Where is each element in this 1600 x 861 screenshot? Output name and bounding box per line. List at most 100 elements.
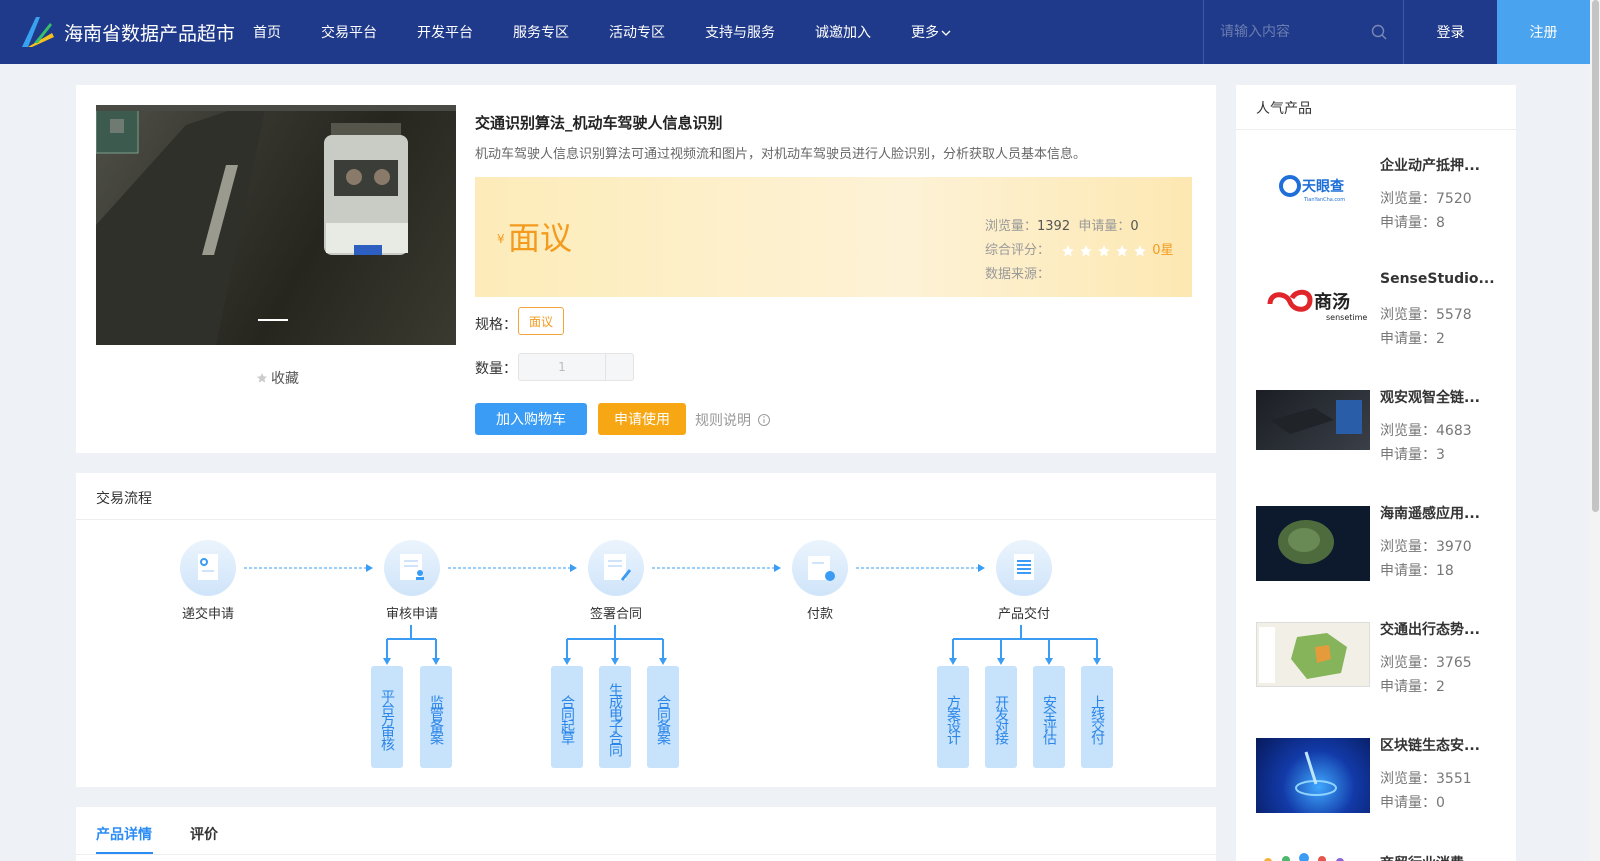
product-name[interactable]: 企业动产抵押... <box>1380 155 1480 175</box>
nav-support[interactable]: 支持与服务 <box>705 22 775 42</box>
substep-label: 上线交付 <box>1089 695 1105 743</box>
price-panel: ¥ 面议 浏览量：1392 申请量：0 综合评分： 0星 数据来源： <box>475 177 1192 297</box>
product-views: 浏览量：3970 <box>1380 536 1472 556</box>
image-caption-bar <box>96 105 456 111</box>
product-applies: 申请量：18 <box>1380 560 1454 580</box>
rules-link[interactable]: 规则说明 <box>695 410 771 430</box>
chevron-down-icon <box>941 30 951 36</box>
search-input[interactable] <box>1220 24 1370 40</box>
views-value: 3765 <box>1436 655 1472 671</box>
applies-prefix: 申请量： <box>1380 563 1436 579</box>
product-photo <box>96 105 408 345</box>
substep-pill: 合同备案 <box>647 666 679 768</box>
nav-dev[interactable]: 开发平台 <box>417 22 473 42</box>
apply-button[interactable]: 申请使用 <box>598 403 686 435</box>
product-views: 浏览量：4683 <box>1380 420 1472 440</box>
applies-value: 0 <box>1436 795 1445 811</box>
product-image[interactable] <box>96 105 456 345</box>
product-views: 浏览量：5578 <box>1380 304 1472 324</box>
search-icon[interactable] <box>1371 24 1387 40</box>
product-name[interactable]: SenseStudio... <box>1380 271 1495 287</box>
sensetime-logo: 商汤 sensetime <box>1256 274 1370 334</box>
nav-more-label: 更多 <box>911 25 940 41</box>
substep-label: 合同备案 <box>655 695 671 743</box>
product-name[interactable]: 交通出行态势... <box>1380 619 1480 639</box>
popular-product-item[interactable]: 海南遥感应用... 浏览量：3970 申请量：18 <box>1256 503 1516 583</box>
popular-product-item[interactable]: 商贸行业消费... <box>1256 848 1516 861</box>
product-name[interactable]: 商贸行业消费... <box>1380 853 1480 861</box>
product-views: 浏览量：3551 <box>1380 768 1472 788</box>
product-stats: 浏览量：1392 申请量：0 综合评分： 0星 数据来源： <box>985 215 1174 287</box>
views-value: 7520 <box>1436 191 1472 207</box>
popular-product-item[interactable]: 商汤 sensetime SenseStudio... 浏览量：5578 申请量… <box>1256 271 1516 351</box>
applies-value: 8 <box>1436 215 1445 231</box>
scrollbar-thumb[interactable] <box>1592 0 1599 512</box>
applies-value: 3 <box>1436 447 1445 463</box>
currency-symbol: ¥ <box>497 232 505 246</box>
product-views: 浏览量：3765 <box>1380 652 1472 672</box>
logo-brand-text: 天眼查 <box>1302 178 1345 195</box>
tianyancha-logo: 天眼查 TianYanCha.com <box>1256 158 1370 218</box>
login-button[interactable]: 登录 <box>1403 0 1497 64</box>
source-label: 数据来源： <box>985 267 1051 282</box>
step-label: 签署合同 <box>589 607 642 622</box>
add-to-cart-button[interactable]: 加入购物车 <box>475 403 587 435</box>
favorite-button[interactable]: 收藏 <box>256 368 299 388</box>
site-logo[interactable]: 海南省数据产品超市 <box>18 13 235 51</box>
tab-reviews[interactable]: 评价 <box>190 824 218 844</box>
views-prefix: 浏览量： <box>1380 307 1436 323</box>
tab-product-detail[interactable]: 产品详情 <box>96 824 152 844</box>
product-card: 收藏 交通识别算法_机动车驾驶人信息识别 机动车驾驶人信息识别算法可通过视频流和… <box>76 85 1216 453</box>
popular-product-item[interactable]: 观安观智全链... 浏览量：4683 申请量：3 <box>1256 387 1516 467</box>
quantity-stepper[interactable]: 1 <box>518 353 634 381</box>
satellite-map <box>1256 506 1370 581</box>
step-label: 审核申请 <box>385 607 438 622</box>
nav-join[interactable]: 诚邀加入 <box>815 22 871 42</box>
product-delivery-step-icon <box>996 540 1052 596</box>
substep-pill: 安全评估 <box>1033 666 1065 768</box>
product-applies: 申请量：0 <box>1380 792 1445 812</box>
trade-flow-card: 交易流程 递交申请 审核申请 签署合同 付款 产品交付 平台方审核 监管备案 合… <box>76 473 1216 787</box>
views-label: 浏览量： <box>985 219 1038 234</box>
popular-product-item[interactable]: 区块链生态安... 浏览量：3551 申请量：0 <box>1256 735 1516 815</box>
substep-pill: 生成电子合同 <box>599 666 631 768</box>
info-icon <box>758 414 770 426</box>
nav-service[interactable]: 服务专区 <box>513 22 569 42</box>
views-value: 1392 <box>1037 219 1071 234</box>
top-navbar: 海南省数据产品超市 首页 交易平台 开发平台 服务专区 活动专区 支持与服务 诚… <box>0 0 1590 64</box>
product-name[interactable]: 观安观智全链... <box>1380 387 1480 407</box>
spec-option[interactable]: 面议 <box>518 307 564 335</box>
views-prefix: 浏览量： <box>1380 771 1436 787</box>
quantity-step-buttons[interactable] <box>605 354 633 380</box>
register-button[interactable]: 注册 <box>1497 0 1590 64</box>
nav-trade[interactable]: 交易平台 <box>321 22 377 42</box>
applies-prefix: 申请量： <box>1380 795 1436 811</box>
product-applies: 申请量：2 <box>1380 328 1445 348</box>
product-title: 交通识别算法_机动车驾驶人信息识别 <box>475 114 723 132</box>
popular-product-item[interactable]: 天眼查 TianYanCha.com 企业动产抵押... 浏览量：7520 申请… <box>1256 155 1516 235</box>
product-name[interactable]: 海南遥感应用... <box>1380 503 1480 523</box>
rating-score: 0星 <box>1152 243 1174 258</box>
device-image <box>1256 390 1370 450</box>
popular-product-item[interactable]: 交通出行态势... 浏览量：3765 申请量：2 <box>1256 619 1516 699</box>
product-applies: 申请量：8 <box>1380 212 1445 232</box>
divider <box>76 854 1216 855</box>
applies-prefix: 申请量： <box>1380 679 1436 695</box>
substep-pill: 监管备案 <box>420 666 452 768</box>
star-icon <box>1080 244 1092 256</box>
nav-more[interactable]: 更多 <box>911 22 951 42</box>
quantity-label: 数量： <box>475 361 517 377</box>
rating-stars <box>1054 244 1148 258</box>
spec-label: 规格： <box>475 317 517 333</box>
product-name[interactable]: 区块链生态安... <box>1380 735 1480 755</box>
review-application-step-icon <box>384 540 440 596</box>
popular-products-panel: 人气产品 天眼查 TianYanCha.com 企业动产抵押... 浏览量：75… <box>1236 85 1516 861</box>
substep-label: 安全评估 <box>1041 695 1057 743</box>
traffic-map <box>1256 622 1370 687</box>
nav-activity[interactable]: 活动专区 <box>609 22 665 42</box>
nav-home[interactable]: 首页 <box>253 22 281 42</box>
applies-value: 2 <box>1436 679 1445 695</box>
sign-contract-step-icon <box>588 540 644 596</box>
star-icon <box>1062 244 1074 256</box>
applies-value: 18 <box>1436 563 1454 579</box>
